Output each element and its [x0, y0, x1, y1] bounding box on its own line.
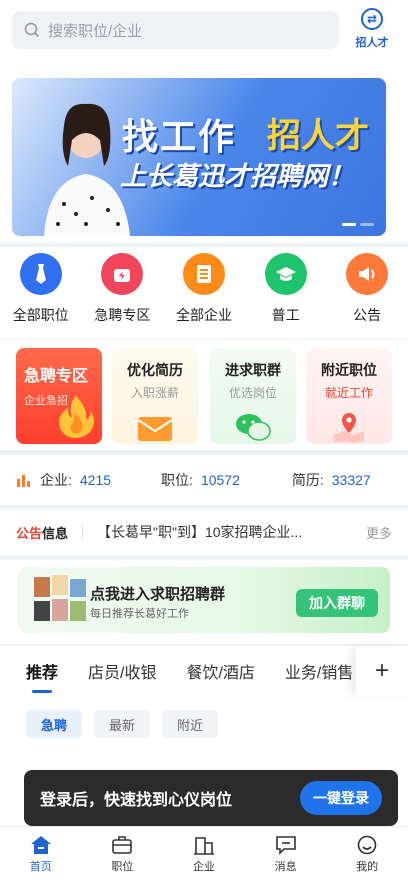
nav-label: 我的	[356, 861, 379, 873]
join-group-subtitle: 每日推荐长葛好工作	[90, 608, 189, 620]
menu-announcements[interactable]: 公告	[328, 253, 406, 339]
nav-label: 消息	[274, 861, 297, 873]
menu-label: 全部企业	[175, 307, 232, 323]
login-prompt: 登录后，快速找到心仪岗位 一键登录	[24, 770, 398, 826]
fire-icon	[59, 396, 94, 438]
speaker-icon	[346, 253, 389, 295]
search-placeholder: 搜索职位/企业	[48, 22, 143, 40]
envelope-icon	[137, 417, 173, 441]
company-icon	[193, 837, 214, 855]
card-optimize-resume[interactable]: 优化简历 入职涨薪	[112, 348, 198, 444]
urgent-icon	[101, 253, 144, 295]
filter-chips: 急聘 最新 附近	[26, 710, 219, 738]
plus-icon: +	[374, 657, 389, 684]
menu-label: 公告	[353, 307, 382, 323]
more-link[interactable]: 更多	[366, 523, 392, 542]
one-click-login-button[interactable]: 一键登录	[300, 781, 382, 815]
nav-jobs[interactable]: 职位	[92, 835, 152, 874]
banner-title-3: 上长葛迅才招聘网！	[120, 161, 355, 191]
add-category-button[interactable]: +	[356, 646, 408, 696]
nav-label: 首页	[29, 861, 52, 873]
join-group-button[interactable]: 加入群聊	[296, 589, 378, 617]
carousel-dots	[342, 223, 374, 226]
stats-bar: 企业: 4215 职位: 10572 简历: 33327	[0, 455, 408, 505]
swap-icon: ⇄	[361, 8, 383, 30]
join-group-banner[interactable]: 点我进入求职招聘群 每日推荐长葛好工作 加入群聊	[18, 567, 390, 633]
category-tabs: 推荐 店员/收银 餐饮/酒店 业务/销售 +	[0, 646, 408, 696]
card-subtitle: 入职涨薪	[130, 386, 179, 400]
tab-recommended[interactable]: 推荐	[26, 659, 58, 693]
nav-messages[interactable]: 消息	[256, 835, 316, 874]
banner-title-1: 找工作	[122, 116, 237, 157]
join-group-section: 点我进入求职招聘群 每日推荐长葛好工作 加入群聊	[0, 560, 408, 644]
nav-profile[interactable]: 我的	[337, 835, 397, 874]
nav-label: 企业	[192, 861, 215, 873]
stat-label: 职位:	[161, 472, 193, 488]
hire-talent-button[interactable]: ⇄ 招人才	[350, 8, 394, 54]
card-job-group[interactable]: 进求职群 优选岗位	[210, 348, 296, 444]
tab-clerk-cashier[interactable]: 店员/收银	[88, 659, 156, 683]
promo-banner[interactable]: 找工作 招人才 上长葛迅才招聘网！	[12, 78, 386, 236]
menu-label: 普工	[271, 307, 300, 323]
card-nearby-jobs[interactable]: 附近职位 就近工作	[306, 348, 392, 444]
card-title: 附近职位	[321, 362, 377, 378]
tab-catering-hotel[interactable]: 餐饮/酒店	[186, 659, 254, 683]
location-pin-icon	[334, 413, 364, 443]
hire-talent-label: 招人才	[355, 37, 389, 49]
card-subtitle: 就近工作	[324, 386, 373, 400]
card-title: 急聘专区	[24, 368, 89, 385]
filter-latest[interactable]: 最新	[94, 710, 151, 738]
nav-companies[interactable]: 企业	[174, 835, 234, 874]
menu-all-jobs[interactable]: 全部职位	[2, 253, 80, 339]
stat-value: 4215	[79, 472, 112, 488]
briefcase-icon	[112, 836, 133, 854]
quick-menu: 全部职位 急聘专区 全部企业 普工 公告	[0, 247, 408, 339]
message-icon	[275, 836, 296, 855]
menu-general-labor[interactable]: 普工	[247, 253, 325, 339]
join-group-title: 点我进入求职招聘群	[90, 586, 226, 603]
filter-urgent[interactable]: 急聘	[26, 710, 83, 738]
bottom-nav: 首页 职位 企业 消息 我的	[0, 826, 408, 882]
stat-value: 33327	[331, 472, 371, 488]
menu-all-companies[interactable]: 全部企业	[165, 253, 243, 339]
card-title: 进求职群	[225, 362, 281, 378]
banner-section: 找工作 招人才 上长葛迅才招聘网！	[0, 68, 408, 243]
graduation-cap-icon	[264, 253, 307, 295]
menu-label: 全部职位	[12, 307, 69, 323]
stat-label: 简历:	[291, 472, 324, 488]
tab-sales[interactable]: 业务/销售	[285, 659, 353, 683]
card-title: 优化简历	[127, 362, 183, 378]
notice-label: 公告信息	[16, 525, 69, 541]
tie-icon	[19, 253, 62, 295]
building-icon	[182, 253, 225, 295]
card-urgent-zone[interactable]: 急聘专区 企业急招	[16, 348, 102, 444]
card-subtitle: 优选岗位	[228, 386, 277, 400]
banner-title-2: 招人才	[267, 117, 369, 155]
divider	[82, 525, 84, 539]
wechat-icon	[236, 414, 271, 441]
bar-chart-icon	[17, 475, 30, 487]
photo-collage-icon	[34, 575, 86, 621]
login-prompt-text: 登录后，快速找到心仪岗位	[40, 792, 233, 809]
top-bar: 搜索职位/企业 ⇄ 招人才	[0, 0, 408, 68]
search-icon	[24, 22, 40, 38]
notice-text[interactable]: 【长葛早"职"到】10家招聘企业...	[97, 522, 327, 542]
filter-nearby[interactable]: 附近	[162, 710, 219, 738]
nav-label: 职位	[111, 861, 134, 873]
nav-home[interactable]: 首页	[11, 835, 71, 874]
menu-urgent-zone[interactable]: 急聘专区	[83, 253, 161, 339]
notice-bar[interactable]: 公告信息 【长葛早"职"到】10家招聘企业... 更多	[0, 509, 408, 555]
home-icon	[30, 836, 51, 854]
menu-label: 急聘专区	[94, 307, 151, 323]
feature-cards: 急聘专区 企业急招 优化简历 入职涨薪 进求职群 优选岗位 附近职位 就近工作	[0, 340, 408, 450]
stat-value: 10572	[200, 472, 240, 488]
search-input[interactable]: 搜索职位/企业	[12, 11, 339, 49]
stat-label: 企业:	[40, 472, 72, 488]
profile-icon	[357, 835, 377, 855]
